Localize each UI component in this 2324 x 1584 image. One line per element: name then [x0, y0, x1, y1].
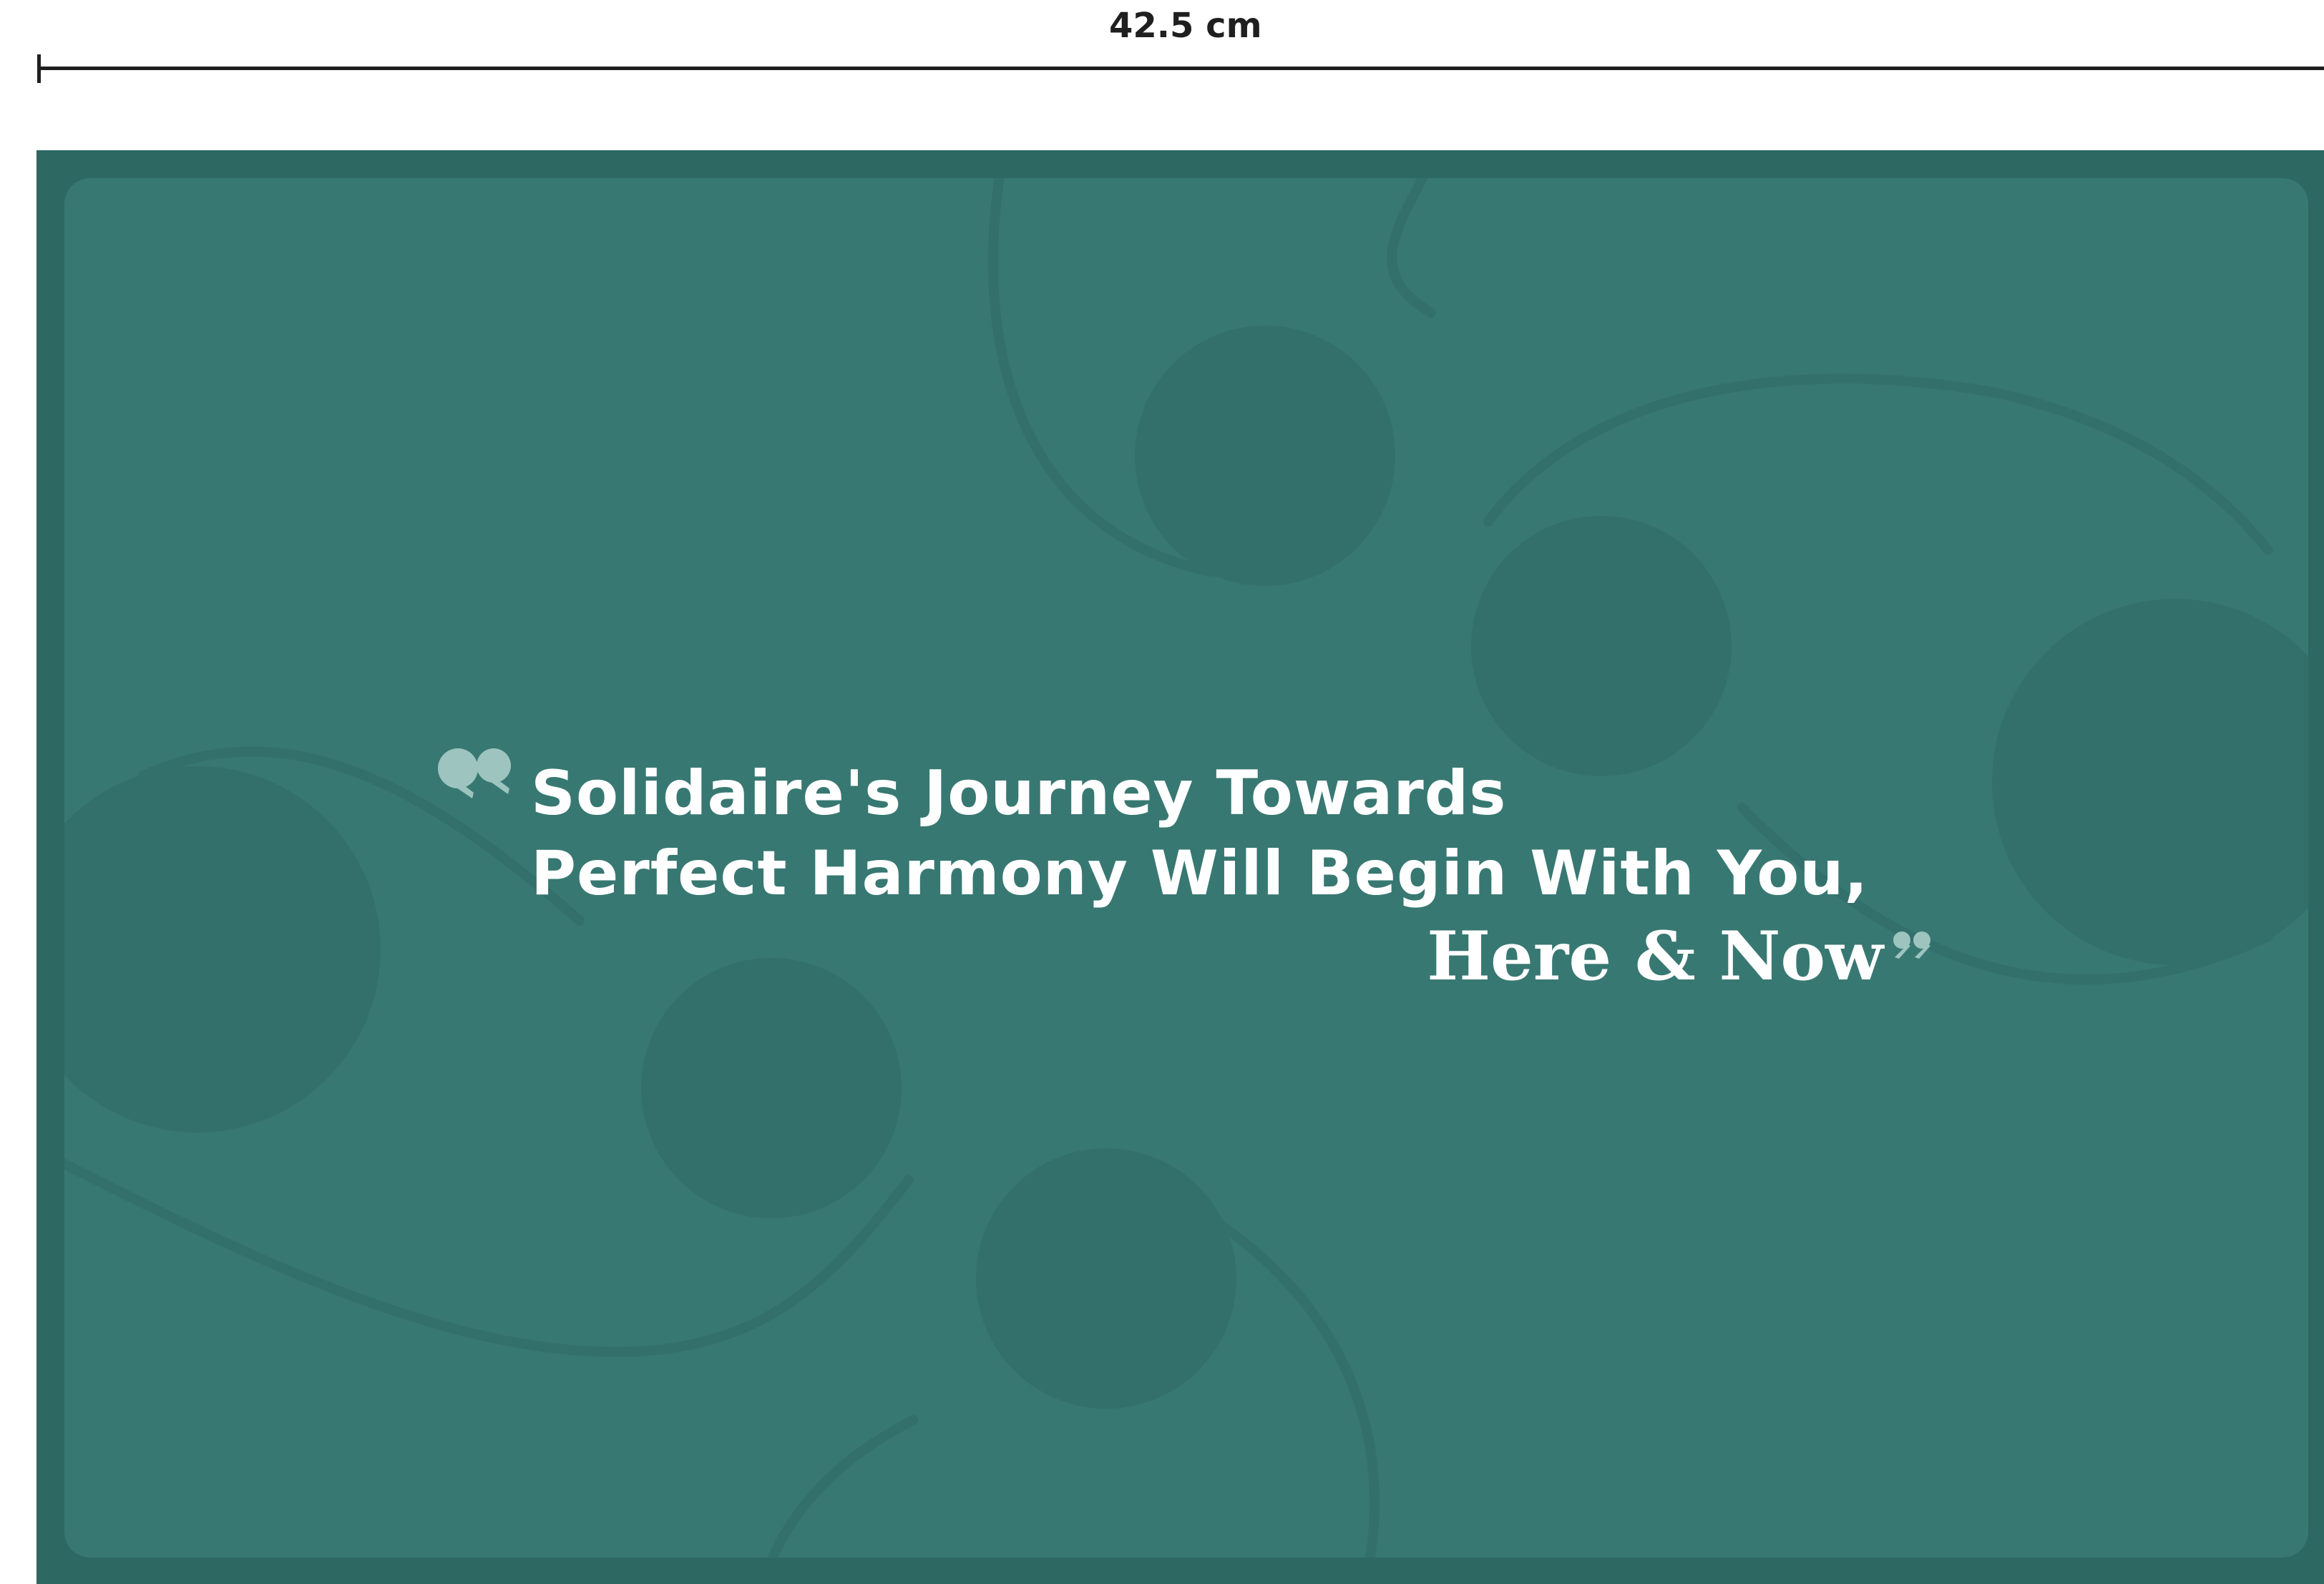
bg-swirl: [1387, 178, 1436, 318]
dimension-line: [39, 67, 2324, 70]
bg-circle: [64, 766, 381, 1133]
quote-line-1: Solidaire's Journey Towards: [531, 758, 1507, 829]
bg-circle: [1471, 516, 1732, 776]
quote-emphasis: Here & Now: [1427, 917, 1883, 996]
bg-circle: [1992, 599, 2308, 965]
bg-circle: [976, 1148, 1236, 1409]
quote-block: Solidaire's Journey Towards Perfect Harm…: [436, 743, 1953, 1007]
bg-circle: [1135, 326, 1395, 586]
quote-line-2: Perfect Harmony Will Begin With You,: [531, 838, 1869, 909]
bg-swirl: [768, 1415, 918, 1558]
width-dimension: 42.5 cm: [0, 0, 2324, 86]
open-quote-icon: [438, 748, 511, 798]
close-quote-icon: [1893, 932, 1930, 959]
dimension-label: 42.5 cm: [1109, 6, 1262, 46]
